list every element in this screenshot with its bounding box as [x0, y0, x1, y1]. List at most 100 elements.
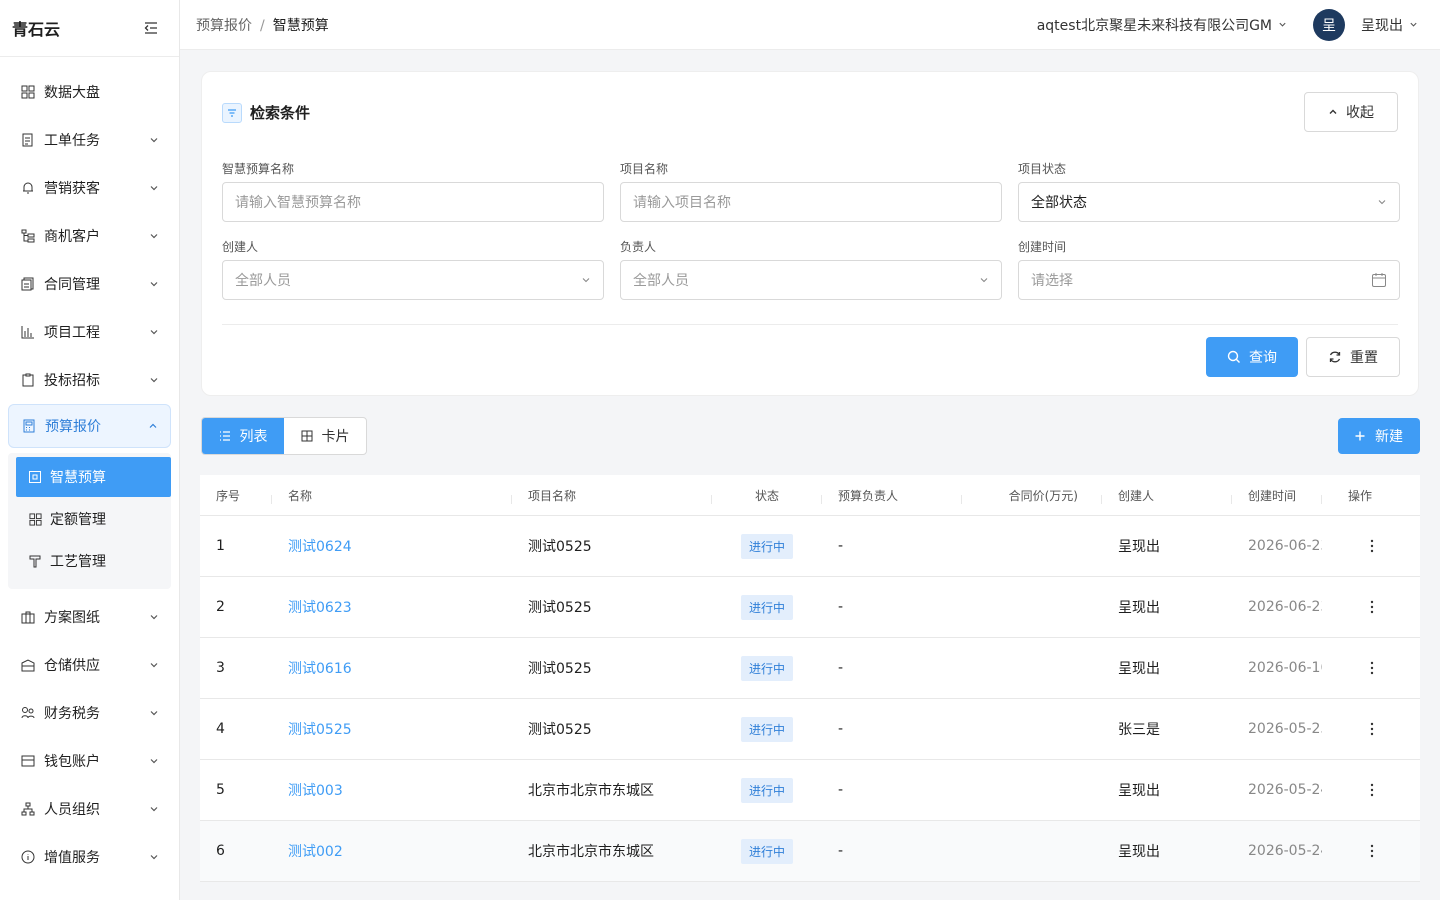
status-cell: 进行中 — [712, 716, 822, 742]
sidebar-item-worksheet[interactable]: 工单任务 — [0, 116, 179, 164]
more-actions-icon[interactable] — [1364, 721, 1380, 737]
project-name-input[interactable]: 请输入项目名称 — [620, 182, 1002, 222]
sidebar-item-customers[interactable]: 商机客户 — [0, 212, 179, 260]
created-time-picker[interactable]: 请选择 — [1018, 260, 1400, 300]
more-actions-icon[interactable] — [1364, 782, 1380, 798]
creator: 呈现出 — [1118, 783, 1160, 799]
chevron-down-icon — [150, 234, 158, 239]
status-cell: 进行中 — [712, 594, 822, 620]
budget-name-input[interactable]: 请输入智慧预算名称 — [222, 182, 604, 222]
sidebar-item-finance[interactable]: 财务税务 — [0, 689, 179, 737]
sidebar-item-marketing[interactable]: 营销获客 — [0, 164, 179, 212]
row-index: 3 — [216, 660, 225, 676]
more-actions-icon[interactable] — [1364, 599, 1380, 615]
avatar[interactable]: 呈 — [1313, 8, 1345, 41]
breadcrumb-separator: / — [260, 17, 265, 34]
sidebar-item-projects[interactable]: 项目工程 — [0, 308, 179, 356]
column-header-label: 项目名称 — [528, 488, 577, 503]
column-header: 序号 — [200, 487, 272, 504]
sidebar-subitem-label: 定额管理 — [50, 512, 106, 528]
budget-owner: - — [838, 843, 844, 859]
budget-submenu: 智慧预算 定额管理 工艺管理 — [8, 453, 171, 589]
created-time-placeholder: 请选择 — [1031, 273, 1073, 289]
worksheet-icon — [20, 132, 36, 148]
sidebar-item-contracts[interactable]: 合同管理 — [0, 260, 179, 308]
table-row: 3 测试0616 测试0525 进行中 - 呈现出 2026-06-16 — [200, 638, 1420, 699]
sidebar-subitem-smart-budget[interactable]: 智慧预算 — [16, 457, 171, 497]
budget-name-link[interactable]: 测试0623 — [272, 597, 512, 617]
breadcrumb-item[interactable]: 预算报价 — [196, 18, 252, 34]
sidebar-item-warehouse[interactable]: 仓储供应 — [0, 641, 179, 689]
company-switcher[interactable]: aqtest北京聚星未来科技有限公司GM — [1037, 15, 1287, 35]
project-name: 测试0525 — [528, 600, 592, 616]
budget-name-link[interactable]: 测试0616 — [272, 658, 512, 678]
sidebar-item-drawings[interactable]: 方案图纸 — [0, 593, 179, 641]
list-view-button[interactable]: 列表 — [202, 418, 284, 454]
more-actions-icon[interactable] — [1364, 538, 1380, 554]
status-badge: 进行中 — [740, 716, 793, 742]
budget-name-placeholder: 请输入智慧预算名称 — [235, 195, 361, 211]
sidebar-item-value-added[interactable]: 增值服务 — [0, 833, 179, 881]
owner-placeholder: 全部人员 — [633, 273, 689, 289]
more-actions-icon[interactable] — [1364, 660, 1380, 676]
sidebar-item-bidding[interactable]: 投标招标 — [0, 356, 179, 404]
tree-icon — [20, 228, 36, 244]
budget-name-link[interactable]: 测试002 — [272, 841, 512, 861]
sidebar-subitem-quota[interactable]: 定额管理 — [16, 499, 171, 539]
sidebar-subitem-process[interactable]: 工艺管理 — [16, 541, 171, 581]
project-name: 北京市北京市东城区 — [528, 844, 654, 860]
budget-name-link[interactable]: 测试0624 — [272, 536, 512, 556]
collapse-label: 收起 — [1346, 105, 1374, 121]
budget-name-link[interactable]: 测试0525 — [272, 719, 512, 739]
sidebar-item-budget-quote[interactable]: 预算报价 — [8, 404, 171, 448]
more-actions-icon[interactable] — [1364, 843, 1380, 859]
status-cell: 进行中 — [712, 838, 822, 864]
status-cell: 进行中 — [712, 777, 822, 803]
sidebar-item-label: 合同管理 — [44, 277, 100, 293]
list-view-label: 列表 — [239, 429, 268, 445]
budget-table: 序号 名称 项目名称 状态 预算负责人 合同价(万元) 创建人 创建时间 操作 … — [200, 475, 1420, 882]
project-name: 测试0525 — [528, 661, 592, 677]
sidebar-item-label: 工单任务 — [44, 133, 100, 149]
sidebar-item-wallet[interactable]: 钱包账户 — [0, 737, 179, 785]
creator-select[interactable]: 全部人员 — [222, 260, 604, 300]
bell-icon — [20, 180, 36, 196]
chevron-down-icon — [150, 615, 158, 620]
sidebar-item-dashboard[interactable]: 数据大盘 — [0, 68, 179, 116]
created-time: 2026-05-24 — [1248, 843, 1322, 859]
card-view-button[interactable]: 卡片 — [284, 418, 366, 454]
sidebar-item-label: 营销获客 — [44, 181, 100, 197]
row-index: 4 — [216, 721, 225, 737]
dashboard-icon — [20, 84, 36, 100]
actions-cell — [1322, 660, 1420, 676]
table-row: 5 测试003 北京市北京市东城区 进行中 - 呈现出 2026-05-24 — [200, 760, 1420, 821]
chevron-down-icon — [150, 759, 158, 764]
collapse-sidebar-icon[interactable] — [143, 20, 159, 36]
project-status-label: 项目状态 — [1018, 162, 1067, 176]
search-panel: 检索条件 收起 智慧预算名称 请输入智慧预算名称 项目名称 请输入项目名称 项目… — [201, 71, 1419, 396]
actions-cell — [1322, 721, 1420, 737]
project-status-select[interactable]: 全部状态 — [1018, 182, 1400, 222]
info-icon — [20, 849, 36, 865]
owner-select[interactable]: 全部人员 — [620, 260, 1002, 300]
chevron-down-icon — [150, 855, 158, 860]
table-row: 2 测试0623 测试0525 进行中 - 呈现出 2026-06-23 — [200, 577, 1420, 638]
creator: 张三是 — [1118, 722, 1160, 738]
sidebar-item-organization[interactable]: 人员组织 — [0, 785, 179, 833]
query-button[interactable]: 查询 — [1206, 337, 1298, 377]
budget-name-link[interactable]: 测试003 — [272, 780, 512, 800]
column-header-label: 序号 — [216, 488, 241, 503]
calendar-icon — [1372, 273, 1386, 287]
sidebar-item-label: 商机客户 — [44, 229, 100, 245]
sidebar-menu: 数据大盘 工单任务 营销获客 商机客户 合同管理 项目工程 投标招标 预算报价 … — [0, 57, 179, 881]
sidebar-subitem-label: 智慧预算 — [50, 470, 106, 486]
budget-owner: - — [838, 538, 844, 554]
top-header: 预算报价 / 智慧预算 aqtest北京聚星未来科技有限公司GM 呈 呈现出 — [180, 0, 1440, 50]
new-button[interactable]: 新建 — [1338, 418, 1420, 454]
collapse-button[interactable]: 收起 — [1304, 92, 1398, 132]
sidebar-item-label: 人员组织 — [44, 802, 100, 818]
budget-icon — [28, 470, 42, 484]
reset-button[interactable]: 重置 — [1306, 337, 1400, 377]
user-menu[interactable]: 呈现出 — [1361, 15, 1418, 35]
column-header-label: 预算负责人 — [838, 488, 899, 503]
